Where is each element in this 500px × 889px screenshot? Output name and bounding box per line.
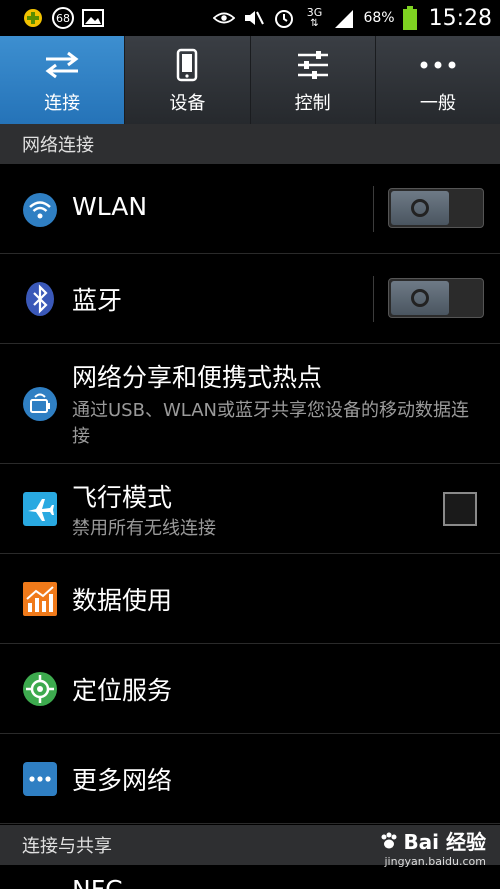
more-dots-icon: [418, 45, 458, 85]
tab-label: 设备: [169, 93, 206, 114]
connections-icon: [44, 45, 80, 85]
battery-percent: 68%: [363, 10, 395, 26]
status-bar: 68 3G ⇅ 68% 15:28: [0, 0, 500, 36]
divider: [373, 186, 374, 232]
nfc-row[interactable]: NFC: [0, 865, 500, 889]
wlan-title: WLAN: [72, 192, 148, 221]
app-icon: [22, 7, 44, 29]
picture-icon: [82, 7, 104, 29]
watermark-text: Bai 经验: [403, 830, 486, 854]
network-3g-icon: 3G ⇅: [306, 6, 323, 29]
more-networks-icon: [22, 761, 58, 797]
wifi-icon: [22, 192, 58, 228]
tethering-title: 网络分享和便携式热点: [72, 363, 323, 392]
tab-label: 连接: [44, 93, 81, 114]
tab-device[interactable]: 设备: [125, 36, 251, 124]
data-usage-icon: [22, 581, 58, 617]
badge-number: 68: [56, 12, 70, 25]
location-title: 定位服务: [72, 676, 173, 705]
airplane-mode-checkbox[interactable]: [443, 492, 477, 526]
section-title: 连接与共享: [22, 836, 112, 857]
tab-label: 控制: [294, 93, 331, 114]
signal-icon: [333, 7, 355, 29]
tethering-subtitle: 通过USB、WLAN或蓝牙共享您设备的移动数据连接: [72, 400, 469, 447]
wlan-toggle[interactable]: [388, 188, 484, 228]
data-usage-title: 数据使用: [72, 586, 173, 615]
nfc-title: NFC: [72, 875, 123, 889]
tab-general[interactable]: 一般: [376, 36, 500, 124]
bluetooth-icon: [22, 281, 58, 317]
toggle-knob: [391, 191, 449, 225]
section-title: 网络连接: [22, 135, 94, 156]
bluetooth-row[interactable]: 蓝牙: [0, 254, 500, 344]
more-networks-title: 更多网络: [72, 766, 173, 795]
tab-controls[interactable]: 控制: [251, 36, 376, 124]
sliders-icon: [296, 45, 330, 85]
tab-connections[interactable]: 连接: [0, 36, 126, 124]
settings-tab-bar: 连接 设备 控制 一般: [0, 36, 500, 124]
alarm-icon: [273, 7, 295, 29]
more-networks-row[interactable]: 更多网络: [0, 734, 500, 824]
location-row[interactable]: 定位服务: [0, 644, 500, 734]
divider: [373, 276, 374, 322]
watermark-url: jingyan.baidu.com: [384, 855, 486, 868]
toggle-knob: [391, 281, 449, 315]
tab-label: 一般: [419, 93, 456, 114]
bluetooth-toggle[interactable]: [388, 278, 484, 318]
hotspot-icon: [22, 386, 58, 422]
airplane-icon: [22, 491, 58, 527]
device-icon: [176, 45, 198, 85]
eye-icon: [213, 7, 236, 29]
data-usage-row[interactable]: 数据使用: [0, 554, 500, 644]
location-icon: [22, 671, 58, 707]
mute-icon: [243, 7, 265, 29]
baidu-watermark: Bai 经验 jingyan.baidu.com: [379, 826, 486, 868]
badge-68-icon: 68: [50, 7, 76, 29]
paw-icon: [381, 832, 397, 848]
section-header-network: 网络连接: [0, 124, 500, 164]
clock: 15:28: [428, 5, 492, 31]
airplane-subtitle: 禁用所有无线连接: [72, 518, 216, 539]
bluetooth-title: 蓝牙: [72, 286, 123, 315]
wlan-row[interactable]: WLAN: [0, 164, 500, 254]
airplane-title: 飞行模式: [72, 483, 173, 512]
battery-icon: [402, 6, 417, 30]
tethering-row[interactable]: 网络分享和便携式热点 通过USB、WLAN或蓝牙共享您设备的移动数据连接: [0, 344, 500, 464]
airplane-mode-row[interactable]: 飞行模式 禁用所有无线连接: [0, 464, 500, 554]
